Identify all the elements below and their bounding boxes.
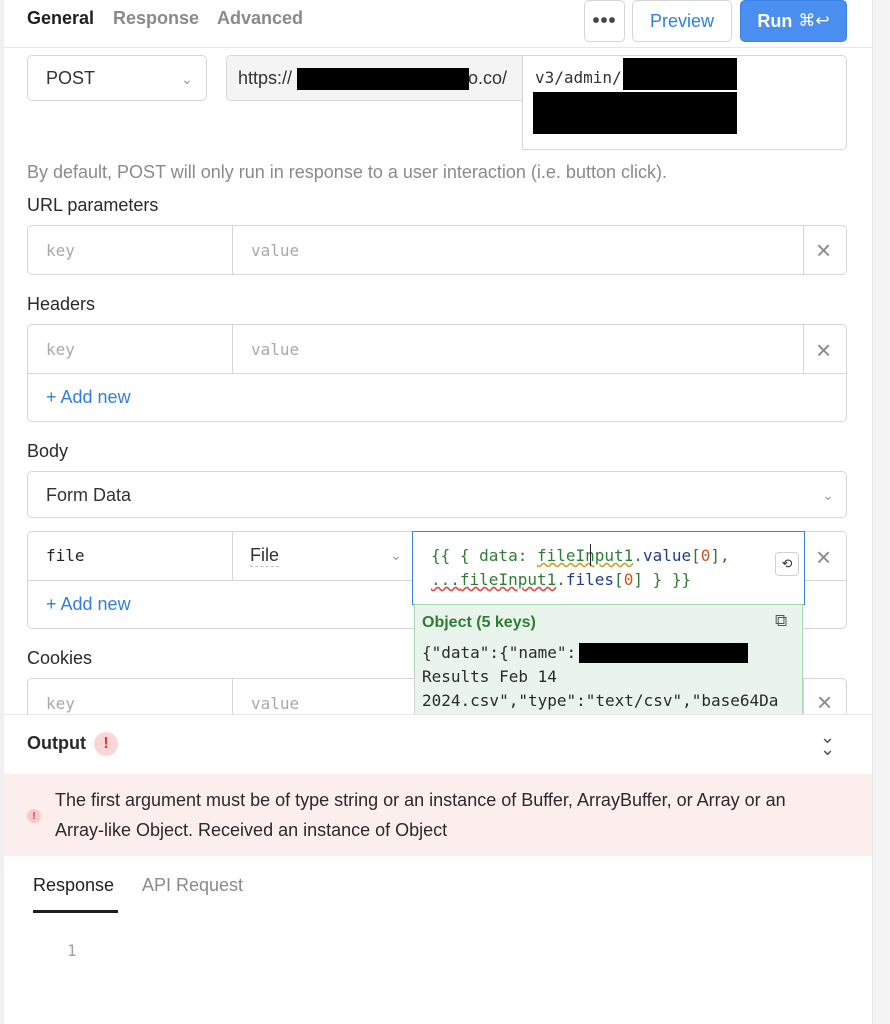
cookies-row: key value: [27, 678, 416, 719]
active-tab-indicator: [33, 910, 118, 913]
run-button[interactable]: Run ⌘↩: [740, 0, 847, 42]
preview-line-3: 2024.csv","type":"text/csv","base64Da: [422, 691, 779, 710]
code-token: .: [633, 546, 643, 565]
cookie-row-end: ×: [803, 678, 847, 715]
body-label: Body: [27, 441, 69, 461]
tab-advanced[interactable]: Advanced: [217, 8, 303, 29]
code-number: 0: [623, 570, 634, 589]
redacted-filename: [579, 643, 748, 663]
url-path-value: v3/admin/: [535, 68, 622, 87]
form-key-input[interactable]: file: [28, 532, 233, 581]
body-add-new-button[interactable]: + Add new: [46, 594, 131, 615]
error-icon: !: [27, 809, 41, 823]
url-domain-suffix: o.co/: [468, 68, 508, 88]
value-placeholder: value: [251, 340, 300, 359]
code-spread: ...: [431, 570, 460, 589]
header-row: key value ×: [28, 325, 846, 374]
headers-label: Headers: [27, 294, 96, 314]
post-helper-text: By default, POST will only run in respon…: [27, 162, 667, 182]
tab-response[interactable]: Response: [113, 8, 199, 29]
body-type-select[interactable]: Form Data ⌄: [27, 471, 847, 518]
cookie-key-input[interactable]: key: [28, 679, 233, 719]
code-line-1: {{ { data: fileInput1.value[0],: [431, 544, 730, 568]
double-chevron-icon[interactable]: ⌄ ⌄: [820, 728, 835, 758]
code-token: {{ { data:: [431, 546, 537, 565]
preview-title: Object (5 keys): [422, 614, 536, 631]
key-placeholder: key: [46, 340, 75, 359]
preview-button[interactable]: Preview: [632, 0, 732, 42]
refresh-icon[interactable]: ⟲: [775, 552, 799, 576]
code-token: ] } }}: [633, 570, 692, 589]
form-type-select[interactable]: File ⌄: [233, 532, 413, 581]
preview-line-1: {"data":{"name":: [422, 643, 577, 662]
code-identifier: fileInput1: [459, 570, 557, 589]
header-divider: [4, 47, 872, 48]
code-token: [: [614, 570, 624, 589]
url-prefix: https://: [238, 68, 293, 88]
url-params-row: key value ×: [27, 225, 847, 275]
code-line-2: ...fileInput1.files[0] } }}: [431, 568, 691, 592]
chevron-down-icon: ⌄: [181, 71, 193, 87]
run-shortcut: ⌘↩: [798, 11, 830, 30]
url-base: https:// o.co/: [226, 55, 526, 101]
form-type-value: File: [250, 545, 280, 567]
chevron-down-icon: ⌄: [390, 547, 402, 563]
method-value: POST: [46, 68, 96, 88]
more-button[interactable]: •••: [584, 0, 625, 42]
tab-api-request[interactable]: API Request: [142, 875, 243, 896]
ellipsis-icon: •••: [592, 9, 617, 32]
output-label: Output: [27, 733, 86, 753]
close-icon[interactable]: ×: [816, 337, 831, 363]
close-icon[interactable]: ×: [817, 689, 832, 715]
code-property: files: [565, 570, 615, 589]
editor-line-number: 1: [67, 941, 77, 960]
url-path-input[interactable]: v3/admin/: [522, 55, 847, 150]
value-placeholder: value: [251, 241, 300, 260]
chevron-down-icon: ⌄: [822, 487, 834, 503]
copy-icon[interactable]: ⧉: [775, 611, 787, 631]
tab-result-response[interactable]: Response: [33, 875, 114, 896]
output-error-badge: !: [94, 732, 118, 756]
code-token: ],: [710, 546, 730, 565]
method-select[interactable]: POST ⌄: [27, 55, 207, 101]
cookies-label: Cookies: [27, 648, 93, 668]
code-number: 0: [700, 546, 711, 565]
scrollbar[interactable]: [872, 0, 890, 1024]
key-placeholder: key: [46, 694, 75, 713]
form-value-code-editor[interactable]: {{ { data: fileInput1.value[0], ...fileI…: [412, 531, 805, 605]
header-value-input[interactable]: value: [233, 325, 804, 374]
url-param-value-input[interactable]: value: [233, 226, 804, 274]
text-cursor: [590, 544, 591, 566]
header-key-input[interactable]: key: [28, 325, 233, 374]
url-parameters-label: URL parameters: [27, 195, 159, 215]
code-property: value: [642, 546, 692, 565]
value-placeholder: value: [251, 694, 300, 713]
tab-general[interactable]: General: [27, 8, 94, 29]
headers-add-new-button[interactable]: + Add new: [46, 387, 131, 408]
error-message-line-2: Array-like Object. Received an instance …: [55, 820, 448, 840]
code-token: .: [556, 570, 566, 589]
redacted-path-1: [623, 58, 737, 90]
close-icon[interactable]: ×: [816, 544, 831, 570]
run-label: Run: [757, 10, 793, 31]
headers-table: key value × + Add new: [27, 324, 847, 422]
body-type-value: Form Data: [46, 485, 132, 505]
cookie-value-input[interactable]: value: [233, 679, 416, 719]
preview-line-2: Results Feb 14: [422, 667, 557, 686]
evaluated-preview-popup: Object (5 keys) ⧉ {"data":{"name": Resul…: [414, 604, 803, 716]
close-icon[interactable]: ×: [816, 237, 831, 263]
code-token: [: [691, 546, 701, 565]
code-identifier: fileInput1: [536, 546, 634, 565]
redacted-domain: [297, 68, 469, 90]
url-param-key-input[interactable]: key: [28, 226, 233, 274]
output-panel: [4, 714, 872, 1024]
redacted-path-2: [533, 92, 737, 134]
key-placeholder: key: [46, 241, 75, 260]
form-key-value: file: [46, 546, 85, 565]
error-message-line-1: The first argument must be of type strin…: [55, 790, 786, 810]
